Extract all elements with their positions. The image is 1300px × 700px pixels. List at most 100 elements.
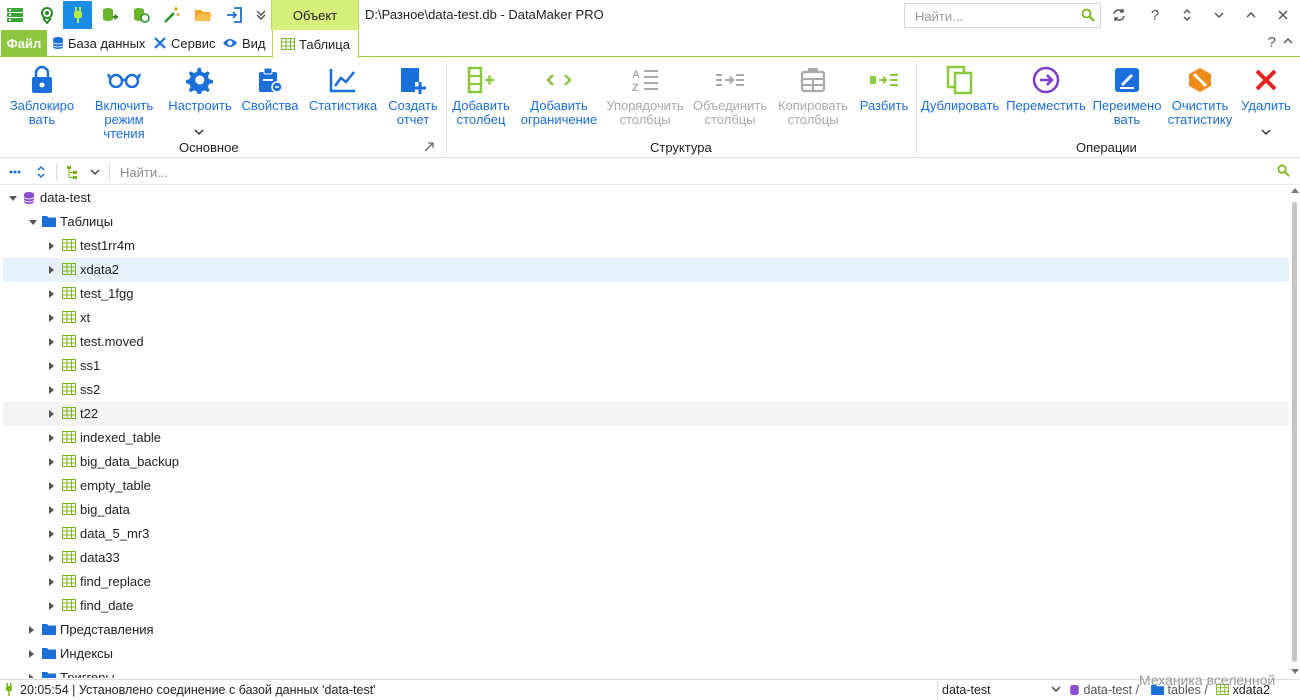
tree-structure-icon[interactable] bbox=[62, 163, 84, 181]
search-icon[interactable] bbox=[1277, 164, 1290, 180]
tree-node-table[interactable]: indexed_table bbox=[3, 426, 1289, 450]
expand-arrow-icon[interactable] bbox=[49, 362, 54, 370]
expand-collapse-icon[interactable] bbox=[30, 163, 52, 181]
search-icon[interactable] bbox=[1081, 8, 1095, 25]
magic-wand-icon[interactable] bbox=[157, 1, 186, 29]
expand-arrow-icon[interactable] bbox=[29, 674, 34, 678]
sync-icon[interactable] bbox=[1106, 4, 1132, 26]
move-button[interactable]: Переместить bbox=[1005, 61, 1087, 113]
expand-arrow-icon[interactable] bbox=[49, 290, 54, 298]
plug-icon[interactable] bbox=[63, 1, 92, 29]
delete-button[interactable]: Удалить bbox=[1237, 61, 1295, 113]
expand-vertical-icon[interactable] bbox=[1174, 4, 1200, 26]
tree-node-table[interactable]: big_data_backup bbox=[3, 450, 1289, 474]
tree-node-table[interactable]: empty_table bbox=[3, 474, 1289, 498]
tree-node-table[interactable]: find_date bbox=[3, 594, 1289, 618]
expand-arrow-icon[interactable] bbox=[49, 554, 54, 562]
tree-node-table[interactable]: big_data bbox=[3, 498, 1289, 522]
expand-arrow-icon[interactable] bbox=[49, 314, 54, 322]
tree-node-table[interactable]: ss1 bbox=[3, 354, 1289, 378]
expand-arrow-icon[interactable] bbox=[49, 434, 54, 442]
help-icon[interactable]: ? bbox=[1268, 34, 1276, 51]
statistics-button[interactable]: Статистика bbox=[307, 61, 379, 113]
rename-button[interactable]: Переимено вать bbox=[1090, 61, 1164, 127]
add-column-button[interactable]: Добавить столбец bbox=[450, 61, 512, 127]
tree-node-folder[interactable]: Индексы bbox=[3, 642, 1289, 666]
expand-arrow-icon[interactable] bbox=[49, 410, 54, 418]
watermark: Механика вселенной bbox=[1139, 672, 1276, 688]
expand-arrow-icon[interactable] bbox=[49, 386, 54, 394]
readonly-button[interactable]: Включить режим чтения bbox=[86, 61, 162, 141]
tab-database[interactable]: База данных bbox=[52, 30, 145, 56]
collapse-ribbon-icon[interactable] bbox=[1282, 35, 1294, 49]
expand-arrow-icon[interactable] bbox=[49, 242, 54, 250]
tree-node-tables-folder[interactable]: Таблицы bbox=[3, 210, 1289, 234]
expand-arrow-icon[interactable] bbox=[29, 220, 37, 225]
tree-dropdown-icon[interactable] bbox=[84, 163, 106, 181]
folder-open-icon[interactable] bbox=[188, 1, 217, 29]
maximize-icon[interactable] bbox=[1238, 4, 1264, 26]
breadcrumb-db[interactable]: data-test / bbox=[1069, 683, 1139, 697]
configure-dropdown-icon[interactable] bbox=[194, 127, 204, 139]
expand-arrow-icon[interactable] bbox=[49, 266, 54, 274]
database-refresh-icon[interactable] bbox=[126, 1, 155, 29]
tree-node-root[interactable]: data-test bbox=[3, 186, 1289, 210]
duplicate-button[interactable]: Дублировать bbox=[918, 61, 1002, 113]
scroll-down-icon[interactable] bbox=[1291, 669, 1299, 674]
tree-node-table[interactable]: test_1fgg bbox=[3, 282, 1289, 306]
tab-view[interactable]: Вид bbox=[222, 30, 266, 56]
expand-arrow-icon[interactable] bbox=[49, 602, 54, 610]
expand-arrow-icon[interactable] bbox=[29, 650, 34, 658]
expand-arrow-icon[interactable] bbox=[49, 482, 54, 490]
scroll-up-icon[interactable] bbox=[1291, 188, 1299, 193]
tab-table[interactable]: Таблица bbox=[272, 30, 359, 58]
map-pin-icon[interactable] bbox=[32, 1, 61, 29]
context-tab-object[interactable]: Объект bbox=[271, 0, 359, 30]
expand-arrow-icon[interactable] bbox=[49, 458, 54, 466]
scroll-thumb[interactable] bbox=[1292, 202, 1297, 662]
database-select[interactable]: data-test bbox=[937, 681, 1065, 700]
configure-button[interactable]: Настроить bbox=[165, 61, 235, 113]
close-icon[interactable] bbox=[1270, 4, 1296, 26]
create-report-button[interactable]: Создать отчет bbox=[384, 61, 442, 127]
merge-columns-button[interactable]: Объединить столбцы bbox=[690, 61, 770, 127]
database-add-icon[interactable] bbox=[95, 1, 124, 29]
add-constraint-button[interactable]: Добавить ограничение bbox=[517, 61, 601, 127]
more-chevron-icon[interactable] bbox=[250, 1, 272, 29]
clear-stats-button[interactable]: Очистить статистику bbox=[1166, 61, 1234, 127]
split-button[interactable]: Разбить bbox=[857, 61, 911, 113]
tree-node-folder[interactable]: Представления bbox=[3, 618, 1289, 642]
help-icon[interactable]: ? bbox=[1142, 4, 1168, 26]
minimize-icon[interactable] bbox=[1206, 4, 1232, 26]
lock-button[interactable]: Заблокиро вать bbox=[4, 61, 80, 127]
sign-in-icon[interactable] bbox=[219, 1, 248, 29]
global-search-input[interactable]: Найти... bbox=[904, 3, 1101, 28]
tree-node-table[interactable]: t22 bbox=[3, 402, 1289, 426]
tab-service[interactable]: Сервис bbox=[153, 30, 216, 56]
tree-node-table[interactable]: data33 bbox=[3, 546, 1289, 570]
expand-arrow-icon[interactable] bbox=[49, 338, 54, 346]
properties-button[interactable]: Свойства bbox=[238, 61, 302, 113]
group-launcher-icon[interactable] bbox=[424, 141, 434, 155]
app-menu-icon[interactable] bbox=[0, 1, 29, 29]
copy-columns-button[interactable]: Копировать столбцы bbox=[775, 61, 851, 127]
expand-arrow-icon[interactable] bbox=[49, 506, 54, 514]
expand-arrow-icon[interactable] bbox=[29, 626, 34, 634]
tree-node-folder[interactable]: Триггеры bbox=[3, 666, 1289, 678]
sort-columns-button[interactable]: AZ Упорядочить столбцы bbox=[604, 61, 686, 127]
tree-node-table[interactable]: ss2 bbox=[3, 378, 1289, 402]
tree-node-table[interactable]: find_replace bbox=[3, 570, 1289, 594]
tree-node-table[interactable]: xt bbox=[3, 306, 1289, 330]
expand-arrow-icon[interactable] bbox=[9, 196, 17, 201]
expand-arrow-icon[interactable] bbox=[49, 578, 54, 586]
tree-node-table[interactable]: data_5_mr3 bbox=[3, 522, 1289, 546]
expand-arrow-icon[interactable] bbox=[49, 530, 54, 538]
tree-node-table[interactable]: test.moved bbox=[3, 330, 1289, 354]
delete-dropdown-icon[interactable] bbox=[1261, 127, 1271, 139]
more-options-icon[interactable] bbox=[4, 163, 26, 181]
tree-search-input[interactable]: Найти... bbox=[120, 165, 168, 180]
tab-file[interactable]: Файл bbox=[1, 30, 47, 56]
tree-scrollbar[interactable] bbox=[1290, 186, 1300, 678]
tree-node-table[interactable]: xdata2 bbox=[3, 258, 1289, 282]
tree-node-table[interactable]: test1rr4m bbox=[3, 234, 1289, 258]
